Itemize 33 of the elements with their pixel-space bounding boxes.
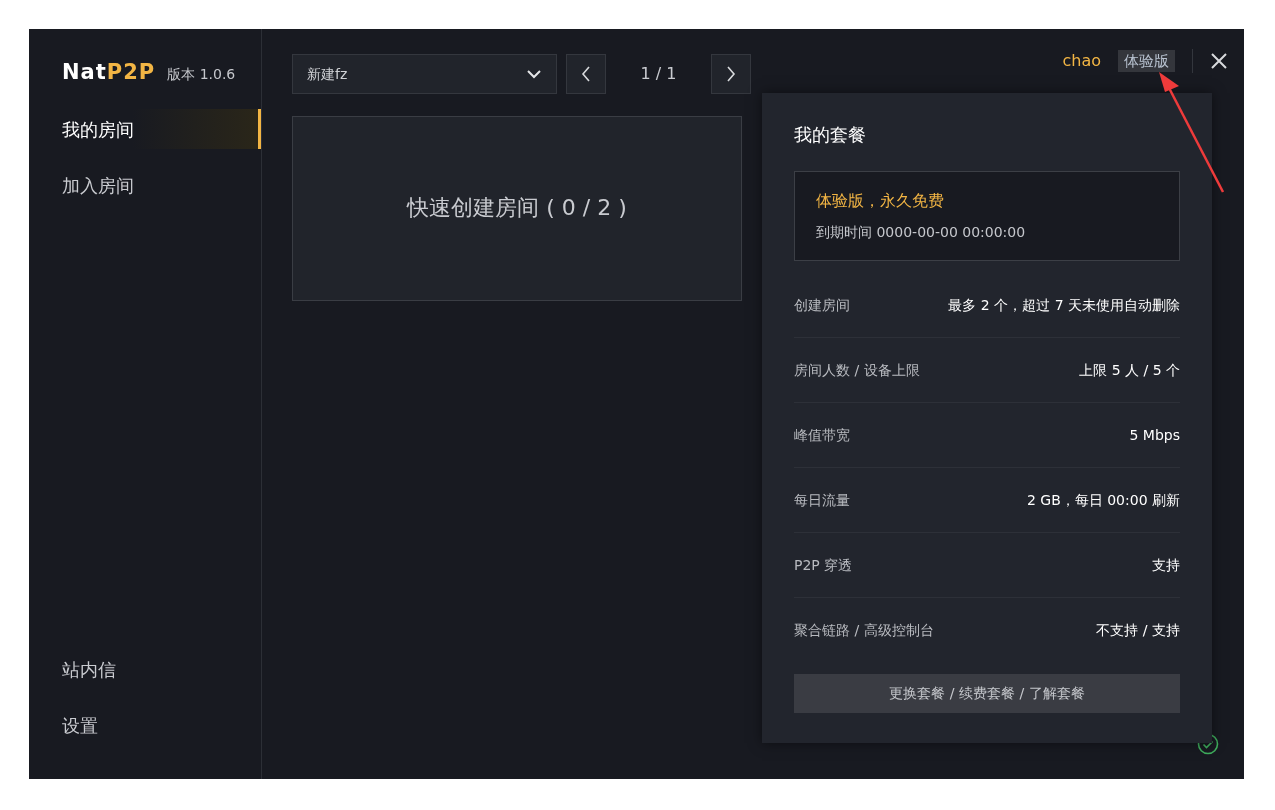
version-label: 版本 1.0.6	[167, 65, 236, 84]
feature-value: 不支持 / 支持	[1096, 621, 1180, 640]
plan-badge[interactable]: 体验版	[1118, 50, 1175, 72]
change-plan-button[interactable]: 更换套餐 / 续费套餐 / 了解套餐	[794, 674, 1180, 713]
app-logo: NatP2P	[62, 59, 156, 86]
room-dropdown[interactable]: 新建fz	[292, 54, 557, 94]
next-page-button[interactable]	[711, 54, 751, 94]
create-room-card[interactable]: 快速创建房间 ( 0 / 2 )	[292, 116, 742, 301]
sidebar-item[interactable]: 加入房间	[29, 165, 261, 205]
feature-value: 最多 2 个，超过 7 天未使用自动删除	[948, 295, 1180, 315]
sidebar-item[interactable]: 站内信	[29, 649, 261, 689]
chevron-left-icon	[581, 65, 591, 83]
check-circle-icon	[1197, 733, 1219, 755]
chevron-right-icon	[726, 65, 736, 83]
sidebar-item[interactable]: 设置	[29, 705, 261, 745]
feature-value: 支持	[1152, 555, 1180, 575]
page-indicator: 1 / 1	[639, 63, 678, 85]
feature-label: 创建房间	[794, 295, 850, 315]
feature-label: P2P 穿透	[794, 555, 853, 575]
plan-name: 体验版，永久免费	[816, 190, 945, 212]
expiry-text: 到期时间 0000-00-00 00:00:00	[816, 223, 1027, 242]
chevron-down-icon	[526, 69, 542, 79]
close-icon[interactable]	[1210, 52, 1228, 70]
feature-label: 峰值带宽	[794, 425, 850, 445]
feature-value: 5 Mbps	[1129, 425, 1180, 445]
username-label[interactable]: chao	[1062, 49, 1101, 73]
popup-title: 我的套餐	[794, 123, 867, 147]
feature-label: 聚合链路 / 高级控制台	[794, 621, 934, 640]
feature-value: 上限 5 人 / 5 个	[1079, 360, 1180, 380]
feature-label: 每日流量	[794, 490, 850, 510]
feature-label: 房间人数 / 设备上限	[794, 360, 920, 380]
previous-page-button[interactable]	[566, 54, 606, 94]
feature-value: 2 GB，每日 00:00 刷新	[1026, 490, 1180, 510]
